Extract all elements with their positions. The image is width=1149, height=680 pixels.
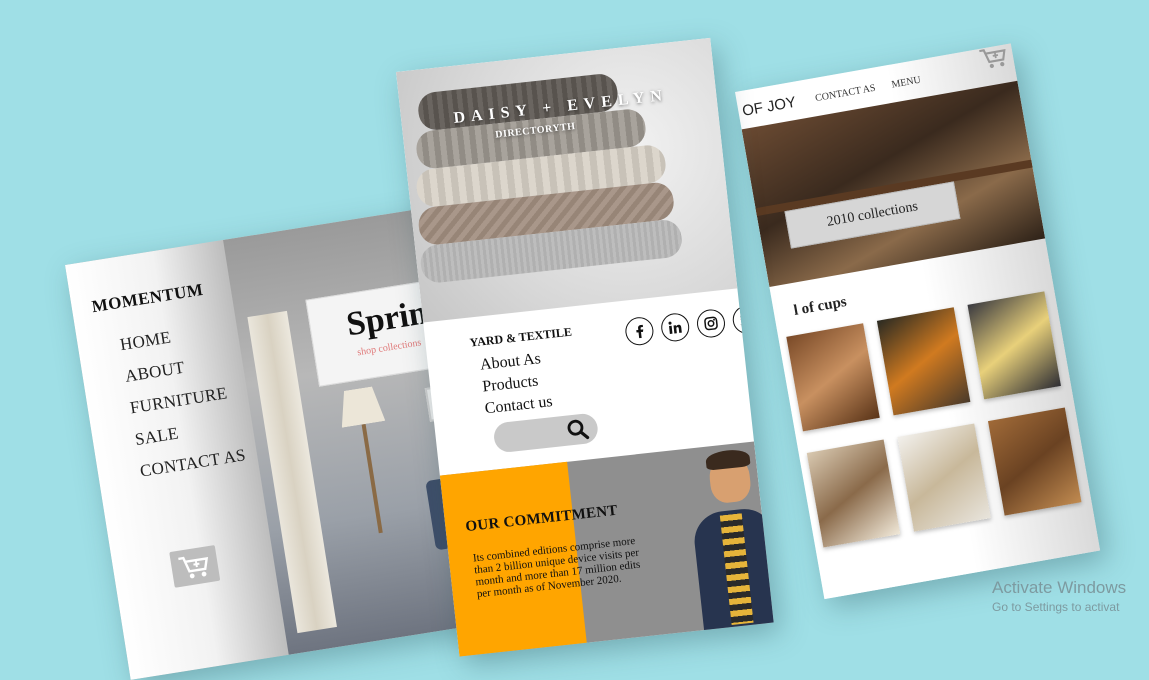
cart-icon[interactable]	[977, 43, 1011, 73]
cart-button[interactable]	[169, 545, 221, 588]
momentum-brand: MOMENTUM	[90, 279, 205, 317]
contact-link[interactable]: Contact us	[484, 393, 554, 418]
social-icons	[623, 304, 763, 347]
cup-photo-2[interactable]	[876, 307, 971, 416]
cup-photo-1[interactable]	[786, 323, 880, 432]
sweaters-hero-image: DAISY + EVELYN DIRECTORYTH	[396, 37, 738, 323]
nav-contact-link[interactable]: CONTACT AS	[814, 83, 876, 104]
search-icon[interactable]	[564, 416, 590, 442]
nav-item-about[interactable]: ABOUT	[124, 350, 232, 386]
cups-section-title: l of cups	[792, 293, 848, 319]
nav-menu-link[interactable]: MENU	[891, 75, 922, 91]
cup-photo-4[interactable]	[806, 439, 901, 548]
linkedin-icon[interactable]	[659, 311, 691, 343]
facebook-icon[interactable]	[623, 315, 655, 347]
products-link[interactable]: Products	[482, 371, 552, 396]
watermark-subtitle: Go to Settings to activat	[992, 600, 1120, 614]
twitter-icon[interactable]	[731, 304, 763, 335]
activate-windows-watermark: Activate Windows Go to Settings to activ…	[992, 578, 1126, 614]
yard-textile-title: YARD & TEXTILE	[468, 324, 573, 350]
about-link[interactable]: About As	[479, 349, 549, 374]
nav-item-home[interactable]: HOME	[119, 319, 227, 355]
cups-brand: OF JOY	[741, 93, 798, 120]
cups-page-card: OF JOY CONTACT AS MENU 2010 collections …	[735, 43, 1101, 600]
cart-icon	[178, 556, 209, 579]
instagram-icon[interactable]	[695, 308, 727, 339]
nav-item-furniture[interactable]: FURNITURE	[129, 382, 237, 418]
cup-photo-5[interactable]	[897, 423, 991, 532]
cup-photo-3[interactable]	[967, 291, 1061, 400]
watermark-title: Activate Windows	[992, 578, 1127, 597]
momentum-nav: HOME ABOUT FURNITURE SALE CONTACT AS	[119, 319, 249, 494]
nav-item-contact[interactable]: CONTACT AS	[139, 445, 247, 481]
daisy-evelyn-page-card: DAISY + EVELYN DIRECTORYTH YARD & TEXTIL…	[396, 37, 774, 657]
cup-photo-6[interactable]	[987, 407, 1082, 516]
nav-item-sale[interactable]: SALE	[134, 414, 242, 450]
footer-links: About As Products Contact us	[479, 349, 554, 422]
